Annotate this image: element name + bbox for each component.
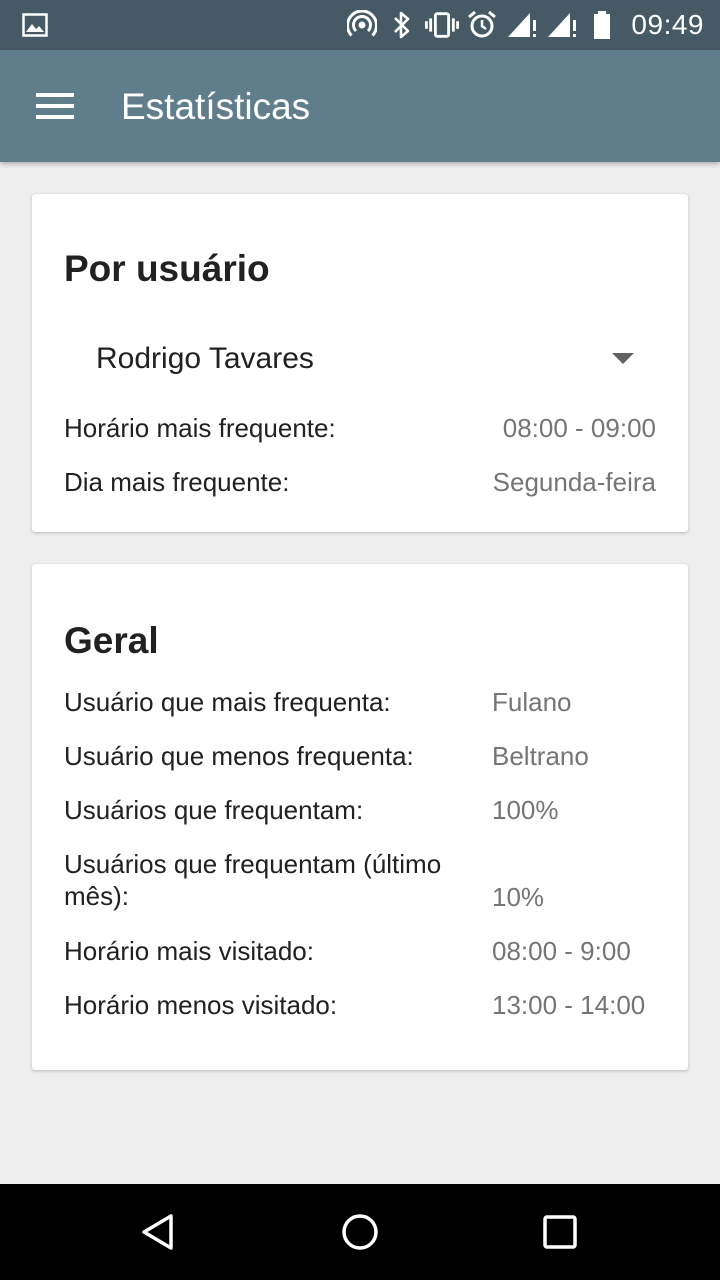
general-title: Geral <box>64 620 159 661</box>
frequent-users-label: Usuários que frequentam: <box>64 795 364 825</box>
app-bar: Estatísticas <box>0 50 720 162</box>
status-icons: 09:49 <box>345 0 720 50</box>
frequent-users-last-month-value: 10% <box>492 882 545 912</box>
most-frequent-time-value: 08:00 - 09:00 <box>502 413 656 443</box>
selected-user: Rodrigo Tavares <box>96 342 314 375</box>
least-frequent-user-label: Usuário que menos frequenta: <box>64 741 414 771</box>
alarm-icon <box>465 10 499 40</box>
most-frequent-user-value: Fulano <box>492 687 572 717</box>
page-title: Estatísticas <box>121 86 311 127</box>
navigation-bar <box>0 1184 720 1280</box>
recents-icon[interactable] <box>538 1210 582 1254</box>
per-user-card: Por usuário Rodrigo Tavares Horário mais… <box>32 194 688 532</box>
user-select-dropdown[interactable]: Rodrigo Tavares <box>64 326 656 390</box>
most-visited-time-value: 08:00 - 9:00 <box>492 936 631 966</box>
bluetooth-icon <box>385 10 419 40</box>
least-frequent-user-value: Beltrano <box>492 741 589 771</box>
home-icon[interactable] <box>338 1210 382 1254</box>
vibrate-icon <box>425 10 460 40</box>
hamburger-menu-icon[interactable] <box>36 91 76 121</box>
dropdown-arrow-icon <box>612 353 634 364</box>
signal-icon <box>505 10 539 40</box>
most-frequent-time-label: Horário mais frequente: <box>64 413 336 443</box>
most-frequent-day-value: Segunda-feira <box>492 467 656 497</box>
most-frequent-user-label: Usuário que mais frequenta: <box>64 687 391 717</box>
least-visited-time-value: 13:00 - 14:00 <box>492 990 646 1020</box>
most-visited-time-label: Horário mais visitado: <box>64 936 314 966</box>
signal-icon <box>545 10 579 40</box>
most-frequent-day-label: Dia mais frequente: <box>64 467 290 497</box>
per-user-title: Por usuário <box>64 248 270 289</box>
battery-icon <box>585 10 619 40</box>
hotspot-icon <box>345 10 379 40</box>
least-visited-time-label: Horário menos visitado: <box>64 990 338 1020</box>
status-bar: 09:49 <box>0 0 720 50</box>
general-card: Geral Usuário que mais frequenta: Fulano… <box>32 564 688 1070</box>
gallery-icon <box>22 13 48 37</box>
frequent-users-last-month-label: Usuários que frequentam (último mês): <box>64 849 442 911</box>
status-time: 09:49 <box>631 9 704 40</box>
screen: 09:49 Estatísticas Por usuário Rodrigo T… <box>0 0 720 1280</box>
frequent-users-value: 100% <box>492 795 559 825</box>
back-icon[interactable] <box>138 1210 182 1254</box>
